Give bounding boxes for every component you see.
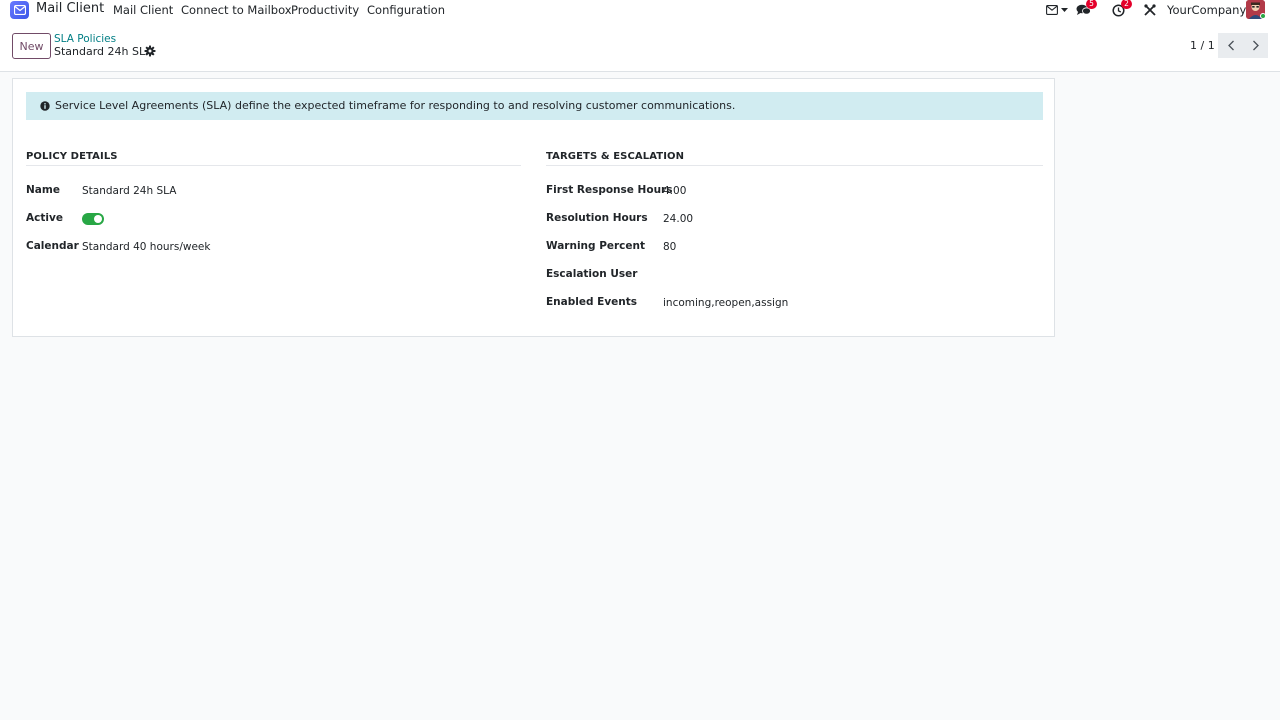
debug-tools-button[interactable]	[1144, 2, 1158, 18]
name-label: Name	[26, 184, 60, 196]
escalation-user-label: Escalation User	[546, 268, 638, 280]
app-mail-icon[interactable]	[10, 1, 29, 19]
calendar-label: Calendar	[26, 240, 79, 252]
mail-dropdown-button[interactable]	[1046, 2, 1068, 18]
group-title-targets-escalation: TARGETS & ESCALATION	[546, 151, 685, 162]
resolution-label: Resolution Hours	[546, 212, 648, 224]
first-response-field[interactable]: 4.00	[663, 185, 686, 197]
gear-shape	[144, 45, 156, 57]
info-alert-text: Service Level Agreements (SLA) define th…	[55, 99, 736, 112]
envelope-icon	[13, 5, 26, 15]
menu-productivity[interactable]: Productivity	[291, 3, 359, 17]
group-title-policy-details: POLICY DETAILS	[26, 151, 118, 162]
envelope-outline-icon	[1046, 5, 1058, 15]
app-name[interactable]: Mail Client	[36, 1, 104, 16]
enabled-events-field[interactable]: incoming,reopen,assign	[663, 297, 788, 309]
resolution-field[interactable]: 24.00	[663, 213, 693, 225]
name-field[interactable]: Standard 24h SLA	[82, 185, 176, 197]
enabled-events-label: Enabled Events	[546, 296, 638, 308]
chevron-left-icon	[1227, 40, 1234, 51]
info-circle-icon	[40, 101, 50, 111]
messages-badge: 5	[1086, 0, 1097, 9]
form-sheet: Service Level Agreements (SLA) define th…	[12, 78, 1055, 337]
record-title: Standard 24h SLA	[54, 45, 153, 58]
menu-mail-client[interactable]: Mail Client	[113, 3, 173, 17]
menu-configuration[interactable]: Configuration	[367, 3, 445, 17]
activities-badge: 2	[1121, 0, 1132, 9]
top-navbar: Mail Client Mail Client Connect to Mailb…	[0, 0, 1280, 20]
active-toggle[interactable]	[82, 213, 104, 225]
gear-icon[interactable]	[144, 45, 156, 57]
menu-connect-to-mailbox[interactable]: Connect to Mailbox	[181, 3, 292, 17]
warning-percent-field[interactable]: 80	[663, 241, 676, 253]
pager-next-button[interactable]	[1243, 33, 1268, 58]
debug-tools-icon	[1144, 4, 1156, 16]
breadcrumb-sla-policies[interactable]: SLA Policies	[54, 33, 116, 45]
online-status-icon	[1260, 13, 1266, 19]
active-label: Active	[26, 212, 63, 224]
caret-down-icon	[1061, 7, 1068, 12]
group-separator	[26, 165, 521, 166]
chevron-right-icon	[1252, 40, 1259, 51]
control-panel: New SLA Policies Standard 24h SLA 1 / 1	[0, 20, 1280, 72]
calendar-field[interactable]: Standard 40 hours/week	[82, 241, 210, 253]
new-button[interactable]: New	[12, 33, 51, 59]
first-response-label: First Response Hours	[546, 184, 673, 196]
pager-value[interactable]: 1 / 1	[1190, 39, 1215, 52]
toggle-knob	[94, 215, 102, 223]
info-alert: Service Level Agreements (SLA) define th…	[26, 92, 1043, 120]
warning-percent-label: Warning Percent	[546, 240, 646, 252]
messages-button[interactable]: 5	[1076, 0, 1097, 18]
activities-button[interactable]: 2	[1112, 0, 1132, 18]
company-switcher[interactable]: YourCompany	[1167, 3, 1246, 17]
escalation-user-field[interactable]	[663, 269, 963, 283]
group-separator	[546, 165, 1043, 166]
pager-previous-button[interactable]	[1218, 33, 1243, 58]
